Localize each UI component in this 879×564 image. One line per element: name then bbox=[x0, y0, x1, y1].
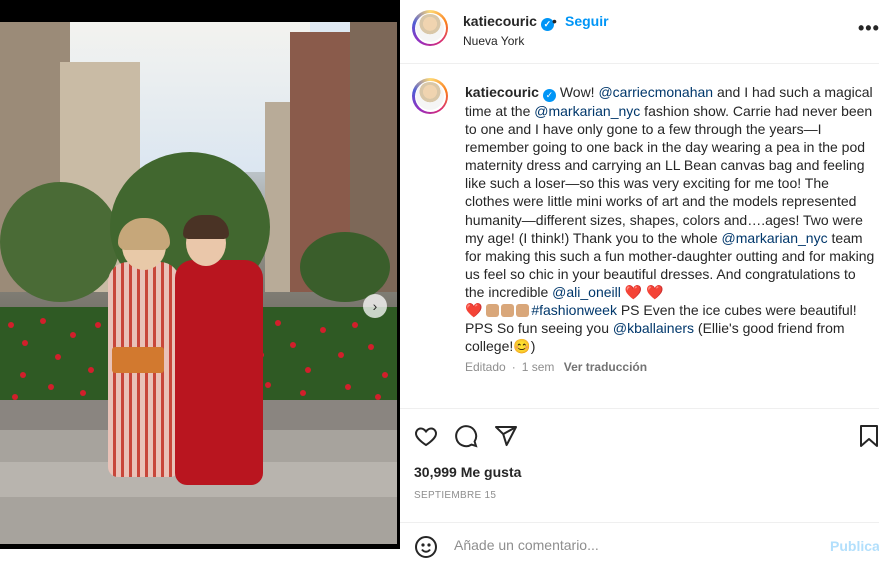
separator-dot: • bbox=[552, 13, 557, 29]
follow-button[interactable]: Seguir bbox=[565, 13, 609, 29]
caption-text: fashion show. Carrie had never been to o… bbox=[465, 103, 873, 246]
photo-flower bbox=[300, 390, 306, 396]
photo-flower bbox=[382, 372, 388, 378]
photo-flower bbox=[70, 332, 76, 338]
avatar[interactable] bbox=[412, 10, 448, 46]
smile-emoji: 😊 bbox=[513, 338, 531, 355]
post-author[interactable]: katiecouric ✓ bbox=[463, 13, 554, 31]
photo-flower bbox=[265, 382, 271, 388]
avatar-image bbox=[416, 14, 444, 42]
caption-username[interactable]: katiecouric bbox=[465, 84, 539, 100]
hashtag-link[interactable]: #fashionweek bbox=[531, 302, 617, 318]
clap-emoji bbox=[486, 304, 500, 318]
mention-link[interactable]: @markarian_nyc bbox=[534, 103, 640, 119]
photo-flower bbox=[20, 372, 26, 378]
post-date[interactable]: SEPTIEMBRE 15 bbox=[414, 490, 496, 501]
edited-label: Editado bbox=[465, 360, 506, 374]
comment-input[interactable] bbox=[454, 537, 754, 553]
author-username[interactable]: katiecouric bbox=[463, 13, 537, 29]
avatar-image bbox=[416, 82, 444, 110]
photo-flower bbox=[48, 384, 54, 390]
share-icon[interactable] bbox=[494, 424, 518, 453]
photo-flower bbox=[22, 340, 28, 346]
mention-link[interactable]: @carriecmonahan bbox=[598, 84, 713, 100]
avatar[interactable] bbox=[412, 78, 448, 114]
photo-flower bbox=[305, 367, 311, 373]
photo-flower bbox=[320, 327, 326, 333]
photo-flower bbox=[8, 322, 14, 328]
photo-flower bbox=[55, 354, 61, 360]
mention-link[interactable]: @ali_oneill bbox=[552, 284, 621, 300]
photo-flower bbox=[338, 352, 344, 358]
heart-icon[interactable] bbox=[414, 424, 438, 453]
post-caption: katiecouric ✓ Wow! @carriecmonahan and I … bbox=[465, 83, 875, 355]
photo-flower bbox=[352, 322, 358, 328]
photo-flower bbox=[40, 318, 46, 324]
like-count[interactable]: 30,999 Me gusta bbox=[414, 464, 521, 480]
comments-area[interactable]: katiecouric ✓ Wow! @carriecmonahan and I … bbox=[400, 64, 879, 404]
bookmark-icon[interactable] bbox=[859, 424, 879, 453]
photo-tree bbox=[300, 232, 390, 302]
photo-flower bbox=[88, 367, 94, 373]
smiley-icon[interactable] bbox=[414, 535, 438, 564]
heart-emoji: ❤️ bbox=[465, 302, 487, 319]
photo-flower bbox=[95, 322, 101, 328]
heart-emoji: ❤️ ❤️ bbox=[620, 283, 664, 300]
photo-tree bbox=[0, 182, 120, 302]
post-header: katiecouric ✓ • Seguir Nueva York ••• bbox=[400, 0, 879, 64]
divider bbox=[400, 408, 879, 409]
photo-flower bbox=[290, 342, 296, 348]
caption-meta: Editado · 1 sem Ver traducción bbox=[465, 360, 648, 374]
caption-text: ) bbox=[530, 338, 536, 355]
mention-link[interactable]: @markarian_nyc bbox=[722, 230, 828, 246]
clap-emoji bbox=[516, 304, 530, 318]
more-options-icon[interactable]: ••• bbox=[858, 18, 879, 39]
next-slide-icon[interactable]: › bbox=[363, 294, 387, 318]
post-details-panel: katiecouric ✓ • Seguir Nueva York ••• kat… bbox=[400, 0, 879, 558]
clap-emoji bbox=[501, 304, 515, 318]
photo-hair bbox=[183, 215, 229, 239]
publish-button[interactable]: Publicar bbox=[830, 538, 879, 554]
translate-button[interactable]: Ver traducción bbox=[564, 360, 647, 374]
verified-badge-icon: ✓ bbox=[542, 89, 556, 102]
post-photo[interactable]: › bbox=[0, 22, 397, 544]
photo-handbag bbox=[112, 347, 164, 373]
photo-red-dress bbox=[175, 260, 263, 485]
comment-icon[interactable] bbox=[454, 424, 478, 453]
mention-link[interactable]: @kballainers bbox=[613, 320, 694, 336]
post-age[interactable]: 1 sem bbox=[522, 360, 555, 374]
photo-flower bbox=[80, 390, 86, 396]
photo-flower bbox=[368, 344, 374, 350]
caption-text: Wow! bbox=[559, 84, 599, 100]
photo-flower bbox=[345, 384, 351, 390]
photo-flower bbox=[275, 320, 281, 326]
media-panel: › bbox=[0, 0, 400, 549]
post-location[interactable]: Nueva York bbox=[463, 34, 524, 48]
add-comment-bar: Publicar bbox=[400, 522, 879, 558]
